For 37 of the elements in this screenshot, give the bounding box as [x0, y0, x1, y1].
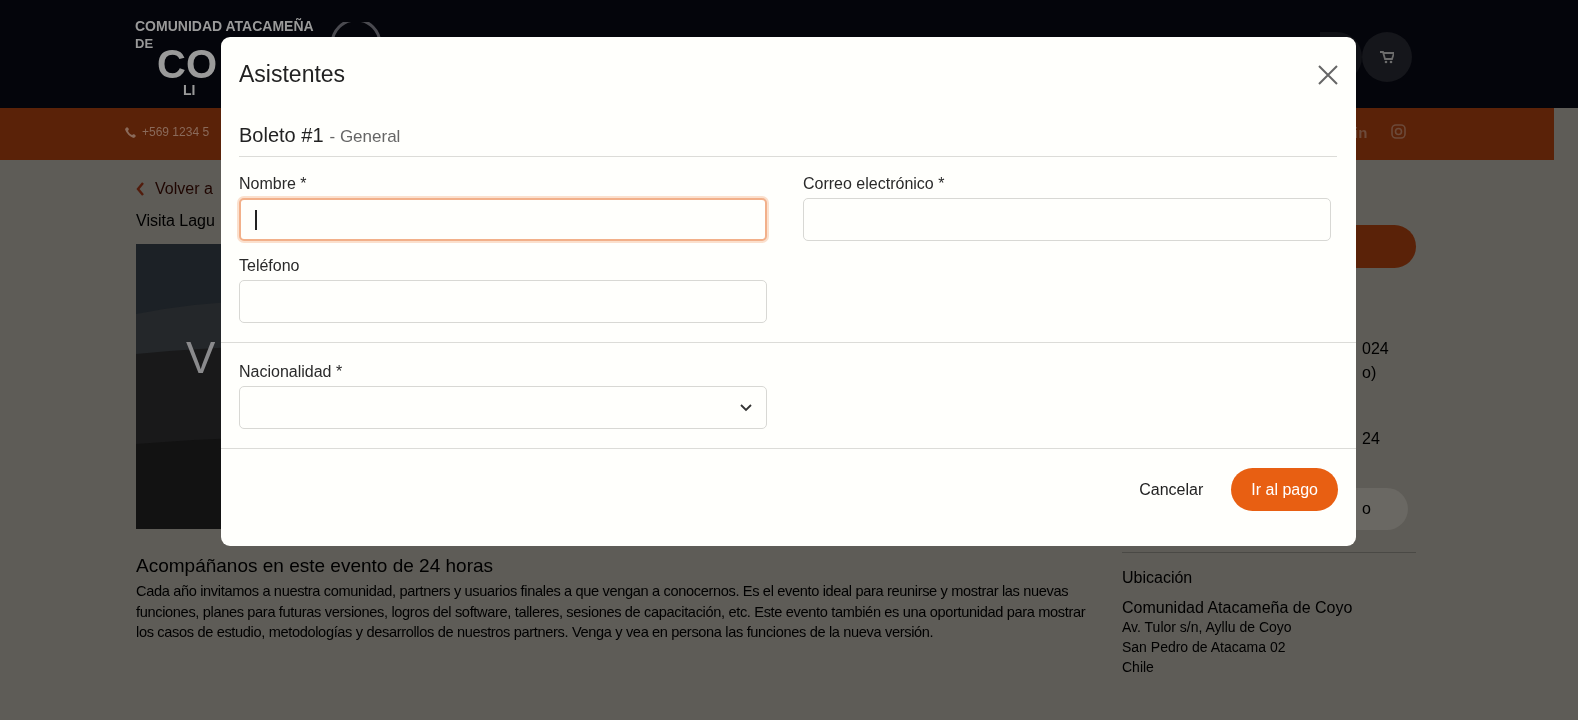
image-caption: V	[186, 334, 216, 382]
chevron-down-icon	[740, 403, 752, 412]
event-detail: 24	[1361, 430, 1380, 448]
location-title: Ubicación	[1122, 569, 1193, 587]
location-name: Comunidad Atacameña de Coyo	[1122, 599, 1353, 617]
logo-text: DE	[135, 36, 154, 51]
cart-button[interactable]	[1362, 32, 1412, 82]
instagram-icon[interactable]	[1391, 124, 1406, 139]
input-field[interactable]	[239, 280, 767, 323]
address-line: Chile	[1122, 658, 1154, 677]
field-label: Teléfono	[239, 257, 300, 275]
ticket-number: Boleto #1	[239, 124, 324, 147]
back-link[interactable]: Volver a	[136, 180, 213, 198]
input-field[interactable]	[239, 198, 767, 241]
dialog-title: Asistentes	[239, 61, 346, 88]
field-label: Nombre *	[239, 175, 307, 193]
event-detail: o)	[1361, 364, 1377, 382]
text-cursor	[255, 209, 257, 230]
field-label: Correo electrónico *	[803, 175, 945, 193]
ticket-type: - General	[329, 127, 401, 147]
logo-text: COMUNIDAD ATACAMEÑA	[135, 18, 314, 34]
select-field[interactable]	[239, 386, 767, 429]
cart-icon	[1380, 50, 1394, 64]
address-line: San Pedro de Atacama 02	[1122, 638, 1286, 657]
phone-icon	[125, 126, 136, 138]
section-heading: Acompáñanos en este evento de 24 horas	[136, 555, 494, 577]
event-detail: 024	[1361, 340, 1389, 358]
event-description: Cada año invitamos a nuestra comunidad, partners y usuarios finales a que vengan a conocernos. Es el evento ideal para reunirse y mostrar las nuevas funciones, planes para futuras versiones, logros del software, talleres, sesiones de capacitación, etc. Este evento también es una oportunidad para mostrar los casos de estudio, metodologías y desarrollos de nuestros partners. Venga y vea en persona las funciones de la nueva versión.	[136, 582, 1087, 642]
address-line: Av. Tulor s/n, Ayllu de Coyo	[1122, 618, 1292, 637]
pay-button[interactable]: Ir al pago	[1231, 468, 1338, 511]
close-button[interactable]	[1318, 64, 1338, 85]
cancel-button[interactable]: Cancelar	[1139, 480, 1204, 499]
chevron-left-icon	[136, 182, 145, 196]
phone-number: +569 1234 5	[142, 125, 210, 139]
event-title: Visita Lagu	[136, 212, 215, 230]
input-field[interactable]	[803, 198, 1331, 241]
field-label: Nacionalidad *	[239, 363, 343, 381]
